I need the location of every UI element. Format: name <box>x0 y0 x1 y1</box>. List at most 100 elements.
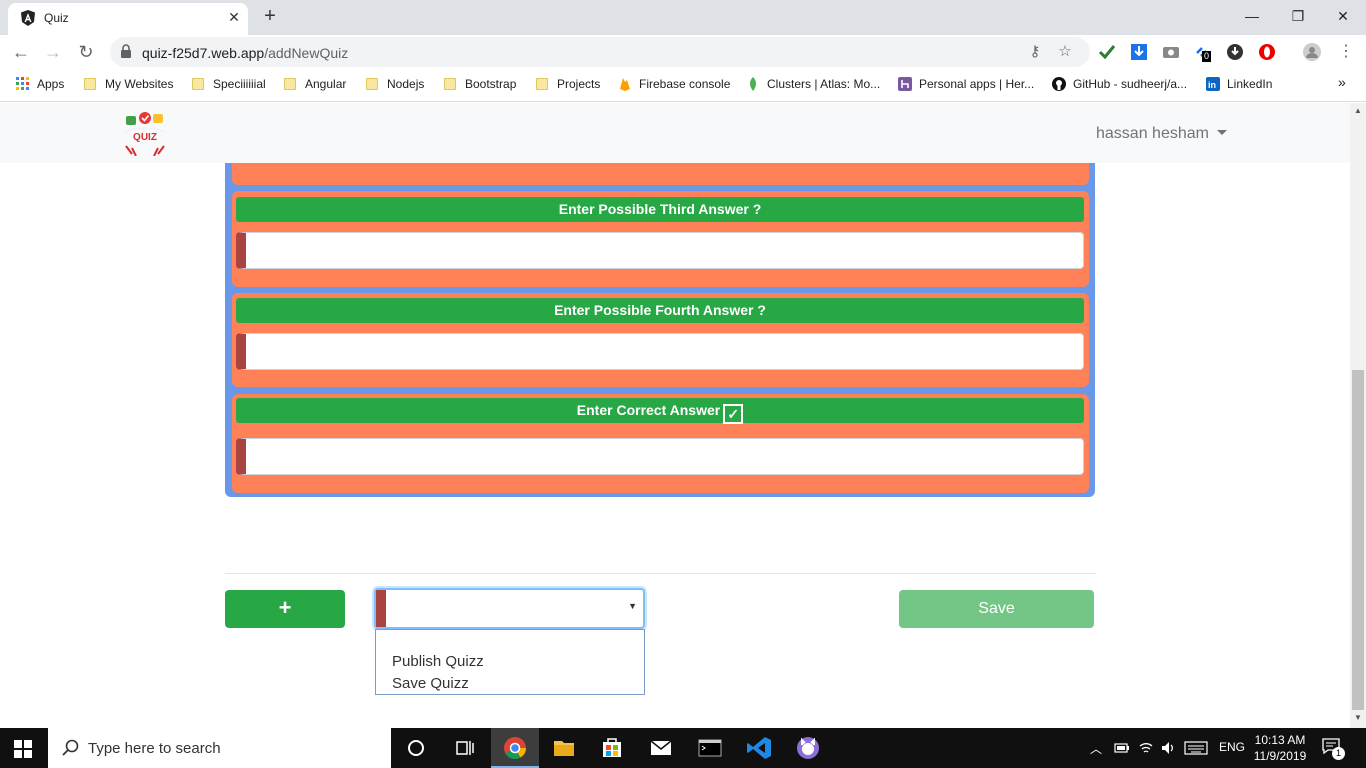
chevron-down-icon: ▼ <box>628 601 637 611</box>
keyboard-icon[interactable] <box>1184 741 1208 755</box>
github-desktop-icon[interactable] <box>784 728 832 768</box>
profile-avatar-icon[interactable] <box>1303 43 1321 61</box>
third-answer-label: Enter Possible Third Answer ? <box>236 197 1084 222</box>
bookmark-my-websites[interactable]: My Websites <box>84 77 173 91</box>
link-extension-icon[interactable]: 0 <box>1194 43 1212 62</box>
apps-grid-icon <box>16 77 29 90</box>
bookmark-github[interactable]: GitHub - sudheerj/a... <box>1052 77 1187 91</box>
folder-icon <box>84 78 96 90</box>
bookmark-label: Bootstrap <box>465 77 517 91</box>
back-arrow-icon[interactable]: ← <box>8 39 34 65</box>
check-icon: ✓ <box>723 404 744 424</box>
third-answer-input[interactable] <box>236 232 1084 269</box>
download-icon[interactable] <box>1130 43 1148 61</box>
new-tab-button[interactable]: + <box>258 4 282 28</box>
mongodb-leaf-icon <box>750 77 756 91</box>
store-icon[interactable] <box>588 728 636 768</box>
add-question-button[interactable]: + <box>225 590 345 628</box>
tab-title: Quiz <box>44 11 69 25</box>
app-navbar: QUIZ hassan hesham <box>0 103 1350 163</box>
bookmark-label: Nodejs <box>387 77 425 91</box>
save-button[interactable]: Save <box>899 590 1094 628</box>
select-dropdown-list: Publish Quizz Save Quizz <box>375 629 645 695</box>
vscode-icon[interactable] <box>735 728 783 768</box>
page-scrollbar[interactable]: ▲ ▼ <box>1350 103 1366 728</box>
minimize-button[interactable]: — <box>1229 4 1275 28</box>
camera-icon[interactable] <box>1162 43 1180 61</box>
bookmark-label: Personal apps | Her... <box>919 77 1035 91</box>
firebase-icon <box>620 78 630 91</box>
url-host: quiz-f25d7.web.app <box>142 45 265 61</box>
url-text: quiz-f25d7.web.app/addNewQuiz <box>142 45 348 61</box>
clock-date: 11/9/2019 <box>1253 749 1307 763</box>
fourth-answer-input[interactable] <box>236 333 1084 370</box>
menu-dots-icon[interactable]: ⋮ <box>1333 39 1359 65</box>
bookmarks-overflow-button[interactable]: » <box>1338 74 1346 90</box>
quiz-action-select[interactable]: ▼ <box>374 588 645 629</box>
url-path: /addNewQuiz <box>264 45 349 61</box>
bookmark-heroku[interactable]: Personal apps | Her... <box>898 77 1034 91</box>
browser-tab-quiz[interactable]: Quiz ✕ <box>8 3 248 35</box>
opera-icon[interactable] <box>1258 43 1276 61</box>
restore-button[interactable]: ❐ <box>1275 4 1321 28</box>
task-view-icon[interactable] <box>440 728 488 768</box>
address-bar[interactable]: quiz-f25d7.web.app/addNewQuiz ⚷ ☆ <box>110 37 1090 67</box>
bookmark-bootstrap[interactable]: Bootstrap <box>444 77 516 91</box>
battery-icon[interactable] <box>1114 742 1130 754</box>
scroll-thumb[interactable] <box>1352 370 1364 710</box>
tray-chevron-up-icon[interactable]: ︿ <box>1090 740 1102 757</box>
extension-check-icon[interactable] <box>1098 43 1116 61</box>
reload-icon[interactable]: ↻ <box>73 39 99 65</box>
answer-block-correct: Enter Correct Answer ✓ <box>232 394 1089 493</box>
folder-icon <box>284 78 296 90</box>
github-icon <box>1052 77 1066 91</box>
scroll-down-icon[interactable]: ▼ <box>1354 713 1362 722</box>
volume-icon[interactable] <box>1160 740 1176 756</box>
bookmark-star-icon[interactable]: ☆ <box>1056 43 1074 61</box>
taskbar-search-box[interactable]: Type here to search <box>48 728 391 768</box>
notification-count: 1 <box>1332 747 1345 760</box>
page-content: Enter Possible Third Answer ? Enter Poss… <box>0 103 1350 728</box>
scroll-up-icon[interactable]: ▲ <box>1354 106 1362 115</box>
bookmark-label: Clusters | Atlas: Mo... <box>767 77 881 91</box>
notification-center-button[interactable]: 1 <box>1322 738 1346 760</box>
tab-close-icon[interactable]: ✕ <box>224 7 244 27</box>
wifi-icon[interactable] <box>1138 740 1154 756</box>
bookmark-angular[interactable]: Angular <box>284 77 346 91</box>
forward-arrow-icon[interactable]: → <box>40 39 66 65</box>
correct-answer-input[interactable] <box>236 438 1084 475</box>
bookmark-label: Apps <box>37 77 65 91</box>
caret-down-icon <box>1216 130 1227 135</box>
bookmark-firebase[interactable]: Firebase console <box>618 77 730 91</box>
bookmark-label: Angular <box>305 77 347 91</box>
close-window-button[interactable]: ✕ <box>1320 4 1366 28</box>
key-icon[interactable]: ⚷ <box>1026 43 1044 61</box>
bookmark-label: Speciiiiiial <box>213 77 266 91</box>
clock-time: 10:13 AM <box>1254 733 1306 747</box>
chrome-taskbar-icon[interactable] <box>491 728 539 768</box>
bookmark-apps[interactable]: Apps <box>16 77 64 91</box>
linkedin-icon: in <box>1206 77 1220 91</box>
mail-icon[interactable] <box>637 728 685 768</box>
extension-shield-icon[interactable] <box>1226 43 1244 61</box>
system-clock[interactable]: 10:13 AM 11/9/2019 <box>1240 732 1320 764</box>
bookmark-nodejs[interactable]: Nodejs <box>366 77 424 91</box>
fourth-answer-label: Enter Possible Fourth Answer ? <box>236 298 1084 323</box>
cortana-icon[interactable] <box>392 728 440 768</box>
option-publish-quizz[interactable]: Publish Quizz <box>392 653 484 670</box>
windows-start-icon[interactable] <box>14 740 32 758</box>
terminal-icon[interactable] <box>686 728 734 768</box>
option-save-quizz[interactable]: Save Quizz <box>392 675 469 692</box>
user-menu-toggle[interactable]: hassan hesham <box>1096 125 1227 143</box>
user-name: hassan hesham <box>1096 125 1209 142</box>
bookmark-atlas[interactable]: Clusters | Atlas: Mo... <box>746 77 880 91</box>
bookmark-projects[interactable]: Projects <box>536 77 600 91</box>
bookmark-label: GitHub - sudheerj/a... <box>1073 77 1188 91</box>
lock-icon <box>121 44 131 58</box>
bookmark-linkedin[interactable]: in LinkedIn <box>1206 77 1272 91</box>
quiz-logo[interactable]: QUIZ <box>120 110 170 156</box>
file-explorer-icon[interactable] <box>540 728 588 768</box>
bookmark-speciiiiiial[interactable]: Speciiiiiial <box>192 77 266 91</box>
folder-icon <box>366 78 378 90</box>
svg-text:in: in <box>1208 80 1216 90</box>
